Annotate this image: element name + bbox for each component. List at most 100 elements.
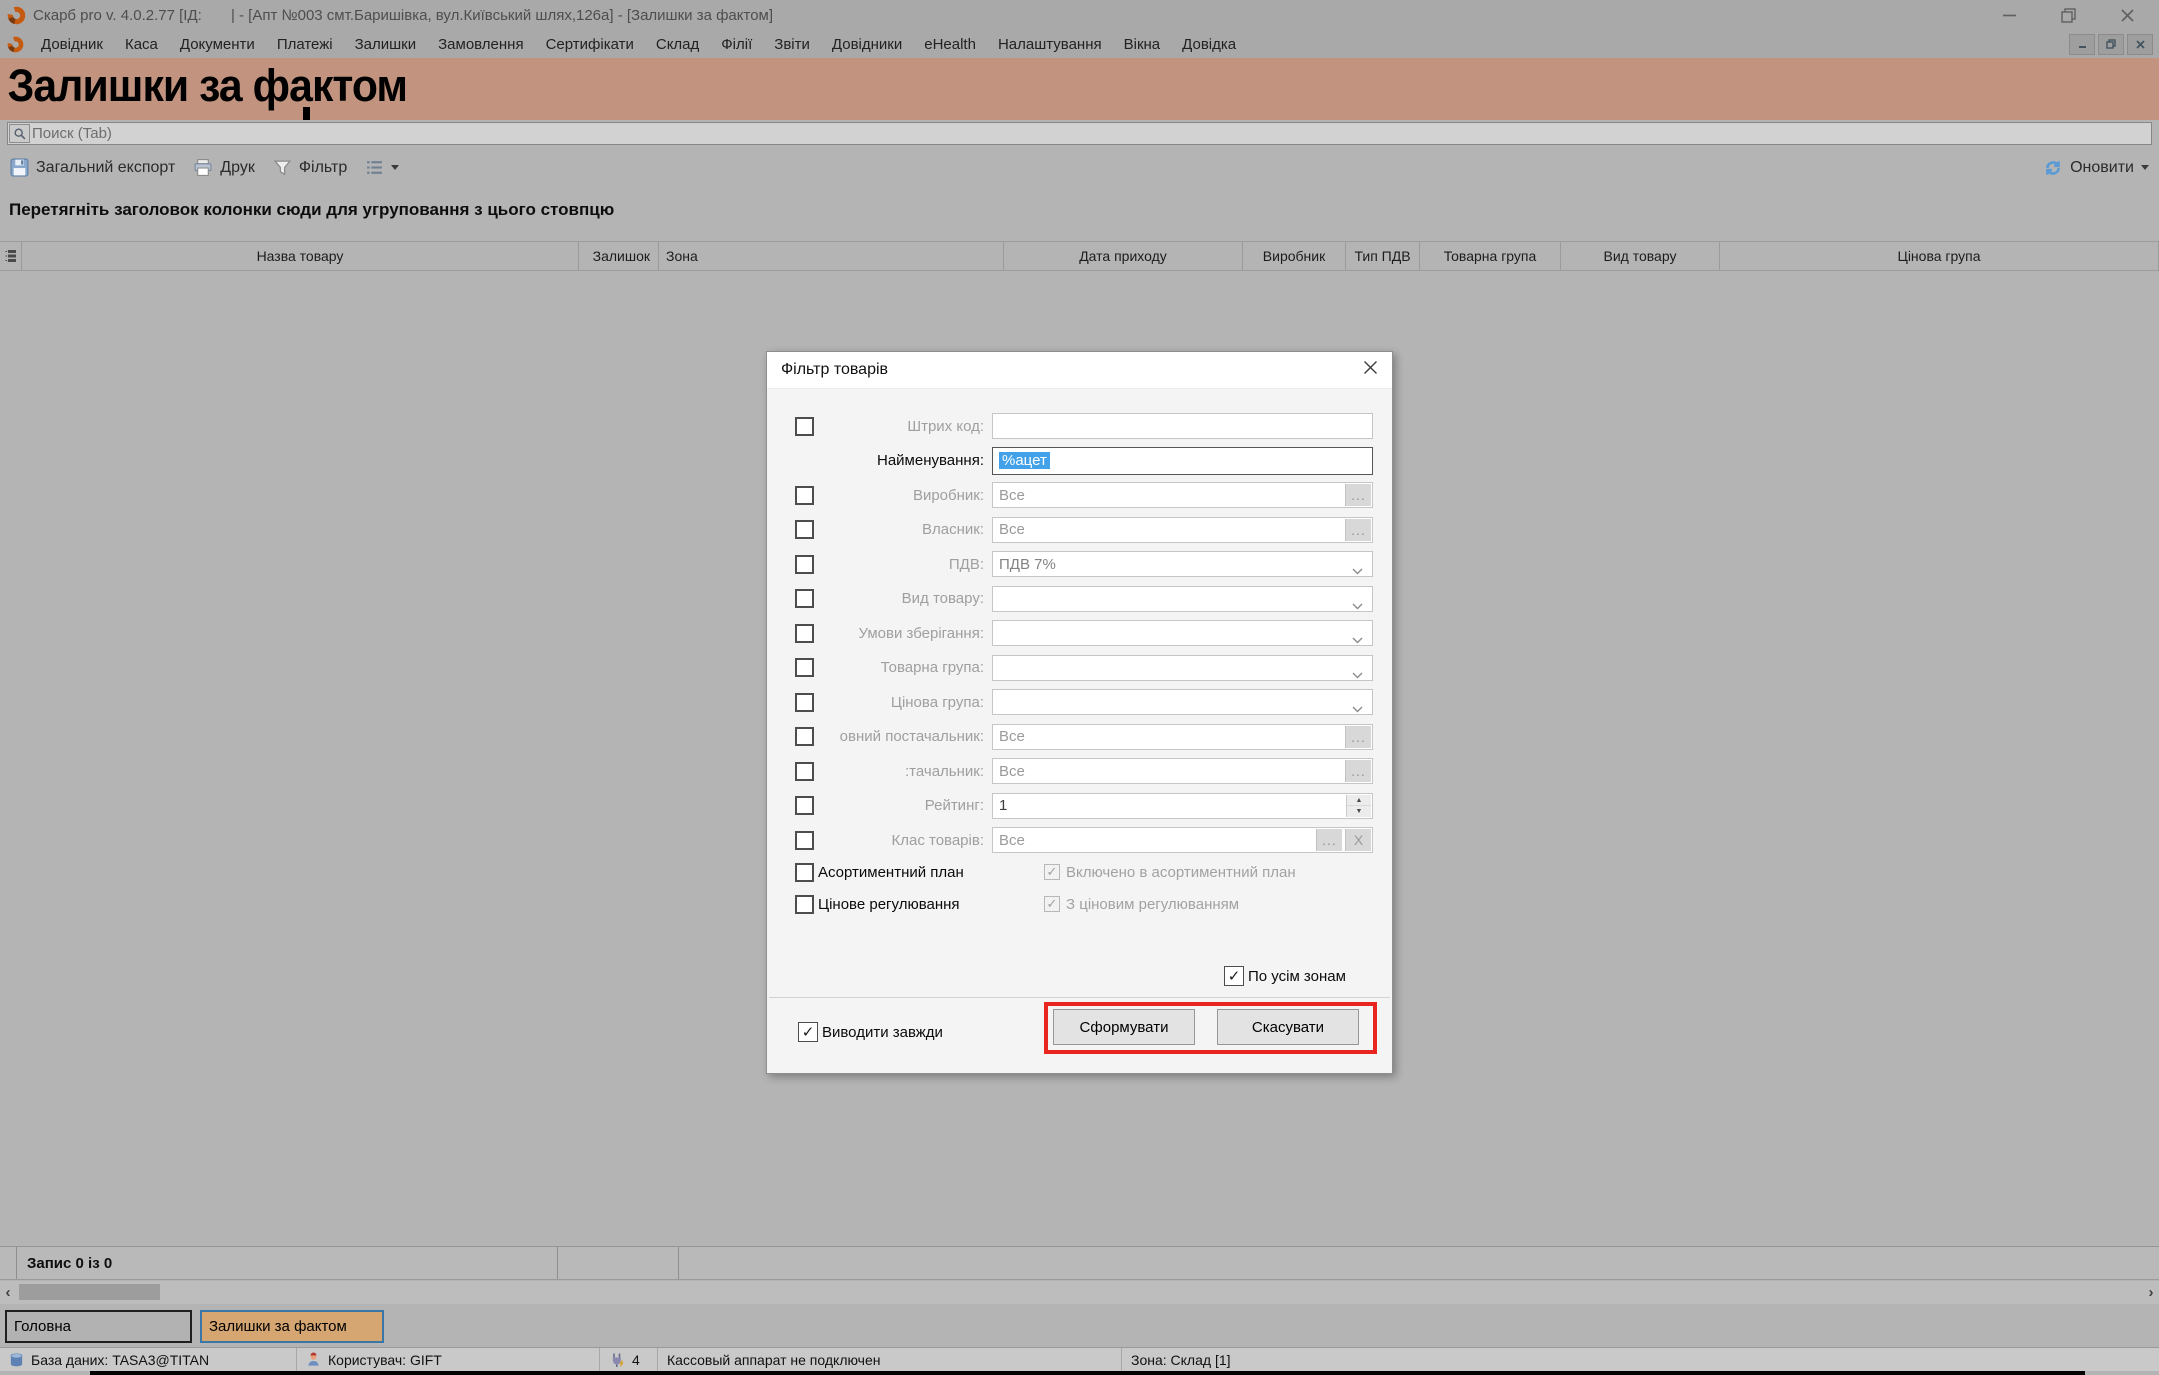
menu-sertyfikaty[interactable]: Сертифікати (535, 36, 645, 53)
main-supplier-lookup-button[interactable]: ... (1345, 726, 1371, 748)
goods-class-checkbox[interactable] (795, 831, 814, 850)
mdi-close-button[interactable] (2127, 34, 2153, 55)
column-header-manufacturer[interactable]: Виробник (1243, 242, 1346, 270)
vat-combobox[interactable]: ПДВ 7% (992, 551, 1373, 577)
refresh-button[interactable]: Оновити (2043, 158, 2149, 178)
menu-dokumenty[interactable]: Документи (169, 36, 266, 53)
column-header-vat-type[interactable]: Тип ПДВ (1346, 242, 1420, 270)
vat-checkbox[interactable] (795, 555, 814, 574)
goods-class-clear-button[interactable]: X (1345, 829, 1371, 851)
column-header-price-group[interactable]: Цінова група (1720, 242, 2159, 270)
selected-text: %ацет (999, 452, 1050, 469)
manufacturer-checkbox[interactable] (795, 486, 814, 505)
goods-class-label: Клас товарів: (814, 832, 984, 849)
menu-filii[interactable]: Філії (710, 36, 763, 53)
tab-home[interactable]: Головна (5, 1310, 192, 1343)
main-supplier-label: овний постачальник: (814, 728, 984, 745)
filter-button[interactable]: Фільтр (273, 158, 347, 177)
submit-button[interactable]: Сформувати (1053, 1009, 1195, 1045)
owner-label: Власник: (814, 521, 984, 538)
refresh-icon (2043, 158, 2063, 178)
goods-class-input[interactable]: Все ... X (992, 827, 1373, 853)
goods-class-lookup-button[interactable]: ... (1316, 829, 1342, 851)
dialog-close-icon[interactable] (1363, 360, 1378, 380)
minimize-button[interactable] (2002, 8, 2017, 23)
goods-group-checkbox[interactable] (795, 658, 814, 677)
goods-kind-combobox[interactable] (992, 586, 1373, 612)
main-supplier-checkbox[interactable] (795, 727, 814, 746)
column-header-goods-group[interactable]: Товарна група (1420, 242, 1561, 270)
main-supplier-input[interactable]: Все ... (992, 724, 1373, 750)
scroll-right-arrow[interactable]: › (2143, 1284, 2159, 1301)
filter-row-price-group: Цінова група: (767, 685, 1392, 720)
menu-platezhi[interactable]: Платежі (266, 36, 344, 53)
storage-checkbox[interactable] (795, 624, 814, 643)
groupby-hint: Перетягніть заголовок колонки сюди для у… (9, 200, 614, 219)
barcode-input[interactable] (992, 413, 1373, 439)
menu-dovidka[interactable]: Довідка (1171, 36, 1247, 53)
menu-zvity[interactable]: Звіти (763, 36, 821, 53)
menu-dovidnyk[interactable]: Довідник (30, 36, 114, 53)
statusbar-database: База даних: TASA3@TITAN (0, 1348, 297, 1371)
close-button[interactable] (2120, 8, 2135, 23)
price-regulation-checkbox[interactable] (795, 895, 814, 914)
menu-sklad[interactable]: Склад (645, 36, 710, 53)
scroll-left-arrow[interactable]: ‹ (0, 1284, 16, 1301)
menu-dovidnyky[interactable]: Довідники (821, 36, 913, 53)
menu-kasa[interactable]: Каса (114, 36, 169, 53)
column-header-arrival-date[interactable]: Дата приходу (1004, 242, 1243, 270)
column-chooser-icon[interactable] (0, 242, 22, 270)
owner-checkbox[interactable] (795, 520, 814, 539)
spinner-buttons[interactable]: ▲▼ (1346, 795, 1371, 817)
menu-zalyshky[interactable]: Залишки (344, 36, 428, 53)
column-header-stock[interactable]: Залишок (579, 242, 659, 270)
all-zones-checkbox[interactable] (1224, 966, 1244, 986)
supplier-checkbox[interactable] (795, 762, 814, 781)
all-zones-label: По усім зонам (1248, 968, 1346, 985)
search-input[interactable]: Поиск (Tab) (7, 122, 2152, 145)
column-header-zone[interactable]: Зона (659, 242, 1004, 270)
filter-row-barcode: Штрих код: (767, 409, 1392, 444)
always-show-row: Виводити завжди (798, 1020, 943, 1044)
always-show-checkbox[interactable] (798, 1022, 818, 1042)
print-button[interactable]: Друк (193, 158, 255, 177)
rating-spinner[interactable]: 1 ▲▼ (992, 793, 1373, 819)
groupby-dropzone[interactable]: Перетягніть заголовок колонки сюди для у… (0, 186, 2159, 241)
filter-row-goods-kind: Вид товару: (767, 582, 1392, 617)
menu-zamovlennia[interactable]: Замовлення (427, 36, 534, 53)
funnel-icon (273, 158, 292, 177)
horizontal-scrollbar[interactable]: ‹ › (0, 1281, 2159, 1304)
view-options-button[interactable] (365, 158, 399, 177)
menu-ehealth[interactable]: eHealth (913, 36, 987, 53)
rating-label: Рейтинг: (814, 797, 984, 814)
name-input[interactable]: %ацет (992, 447, 1373, 475)
scrollbar-thumb[interactable] (19, 1284, 160, 1300)
assortment-plan-row: Асортиментний план Включено в асортимент… (795, 858, 1296, 886)
restore-button[interactable] (2061, 8, 2076, 23)
owner-lookup-button[interactable]: ... (1345, 519, 1371, 541)
menu-nalashtuvannia[interactable]: Налаштування (987, 36, 1113, 53)
assortment-plan-checkbox[interactable] (795, 863, 814, 882)
vat-label: ПДВ: (814, 556, 984, 573)
rating-checkbox[interactable] (795, 796, 814, 815)
goods-group-combobox[interactable] (992, 655, 1373, 681)
price-regulation-label: Цінове регулювання (818, 896, 1044, 913)
price-group-checkbox[interactable] (795, 693, 814, 712)
cancel-button[interactable]: Скасувати (1217, 1009, 1359, 1045)
manufacturer-input[interactable]: Все ... (992, 482, 1373, 508)
mdi-restore-button[interactable] (2098, 34, 2124, 55)
storage-combobox[interactable] (992, 620, 1373, 646)
owner-input[interactable]: Все ... (992, 517, 1373, 543)
supplier-lookup-button[interactable]: ... (1345, 760, 1371, 782)
mdi-minimize-button[interactable] (2069, 34, 2095, 55)
menu-vikna[interactable]: Вікна (1113, 36, 1172, 53)
goods-kind-checkbox[interactable] (795, 589, 814, 608)
column-header-goods-kind[interactable]: Вид товару (1561, 242, 1720, 270)
barcode-checkbox[interactable] (795, 417, 814, 436)
tab-stock-by-fact[interactable]: Залишки за фактом (200, 1310, 384, 1343)
export-button[interactable]: Загальний експорт (10, 158, 175, 177)
price-group-combobox[interactable] (992, 689, 1373, 715)
supplier-input[interactable]: Все ... (992, 758, 1373, 784)
column-header-name[interactable]: Назва товару (22, 242, 579, 270)
manufacturer-lookup-button[interactable]: ... (1345, 484, 1371, 506)
